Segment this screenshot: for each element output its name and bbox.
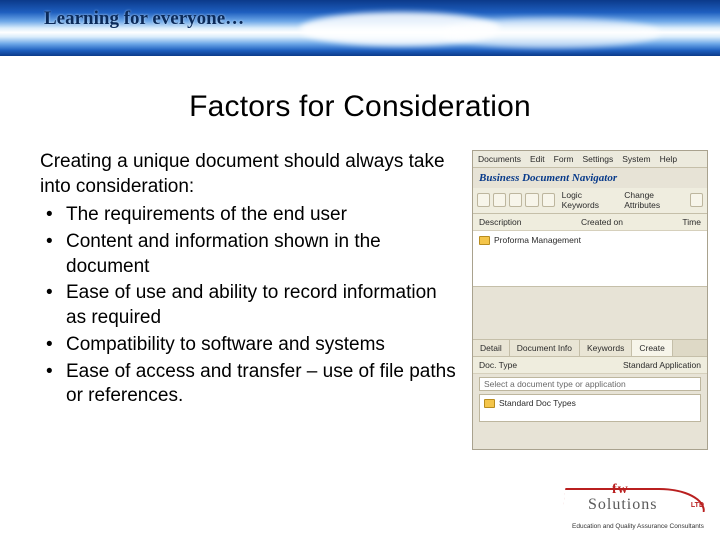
tab: Create — [632, 340, 673, 356]
tagline: Learning for everyone… — [44, 8, 244, 30]
toolbar-icon — [493, 193, 506, 207]
toolbar-icon — [690, 193, 703, 207]
select-placeholder: Select a document type or application — [484, 379, 626, 389]
list-item: Content and information shown in the doc… — [40, 230, 460, 279]
field-value: Standard Application — [623, 360, 701, 370]
toolbar-label: Logic Keywords — [562, 190, 618, 210]
folder-icon — [484, 399, 495, 408]
intro-text: Creating a unique document should always… — [40, 150, 460, 199]
bullet-list: The requirements of the end user Content… — [40, 203, 460, 409]
app-menubar: Documents Edit Form Settings System Help — [473, 151, 707, 168]
tree-panel: Proforma Management — [473, 231, 707, 287]
logo-solutions: Solutions — [588, 496, 657, 514]
toolbar-icon — [477, 193, 490, 207]
menu-item: Documents — [478, 154, 521, 164]
header-banner: Learning for everyone… — [0, 0, 720, 56]
toolbar-label: Change Attributes — [624, 190, 687, 210]
list-item: The requirements of the end user — [40, 203, 460, 228]
tree-item: Proforma Management — [479, 235, 701, 245]
tab: Detail — [473, 340, 510, 356]
tab: Document Info — [510, 340, 580, 356]
tree-label: Standard Doc Types — [499, 398, 576, 408]
list-item: Ease of access and transfer – use of fil… — [40, 360, 460, 409]
menu-item: Edit — [530, 154, 545, 164]
list-item: Ease of use and ability to record inform… — [40, 281, 460, 330]
folder-icon — [479, 236, 490, 245]
slide-title: Factors for Consideration — [0, 90, 720, 124]
body-text: Creating a unique document should always… — [40, 150, 460, 411]
toolbar-icon — [525, 193, 538, 207]
col-header: Time — [682, 217, 701, 227]
menu-item: Help — [660, 154, 677, 164]
logo-ltd: LTD — [691, 502, 704, 509]
toolbar-icon — [509, 193, 522, 207]
menu-item: Settings — [583, 154, 614, 164]
slide: Learning for everyone… Factors for Consi… — [0, 0, 720, 540]
tab: Keywords — [580, 340, 632, 356]
col-header: Created on — [581, 217, 623, 227]
app-toolbar: Logic Keywords Change Attributes — [473, 188, 707, 214]
menu-item: Form — [554, 154, 574, 164]
tab-strip: Detail Document Info Keywords Create — [473, 339, 707, 357]
list-item: Compatibility to software and systems — [40, 333, 460, 358]
col-header: Description — [479, 217, 522, 227]
select-box: Select a document type or application — [479, 377, 701, 391]
menu-item: System — [622, 154, 650, 164]
column-header-row: Description Created on Time — [473, 214, 707, 231]
app-screenshot: Documents Edit Form Settings System Help… — [472, 150, 708, 450]
field-label: Doc. Type — [479, 360, 517, 370]
logo-subtitle: Education and Quality Assurance Consulta… — [572, 523, 704, 530]
spacer — [473, 287, 707, 339]
toolbar-icon — [542, 193, 555, 207]
app-subtitle: Business Document Navigator — [473, 168, 707, 188]
tree-label: Proforma Management — [494, 235, 581, 245]
tree-panel-lower: Standard Doc Types — [479, 394, 701, 422]
footer-logo: fw Solutions LTD Education and Quality A… — [554, 482, 704, 530]
tree-item: Standard Doc Types — [484, 398, 696, 408]
field-row: Doc. Type Standard Application — [473, 357, 707, 374]
